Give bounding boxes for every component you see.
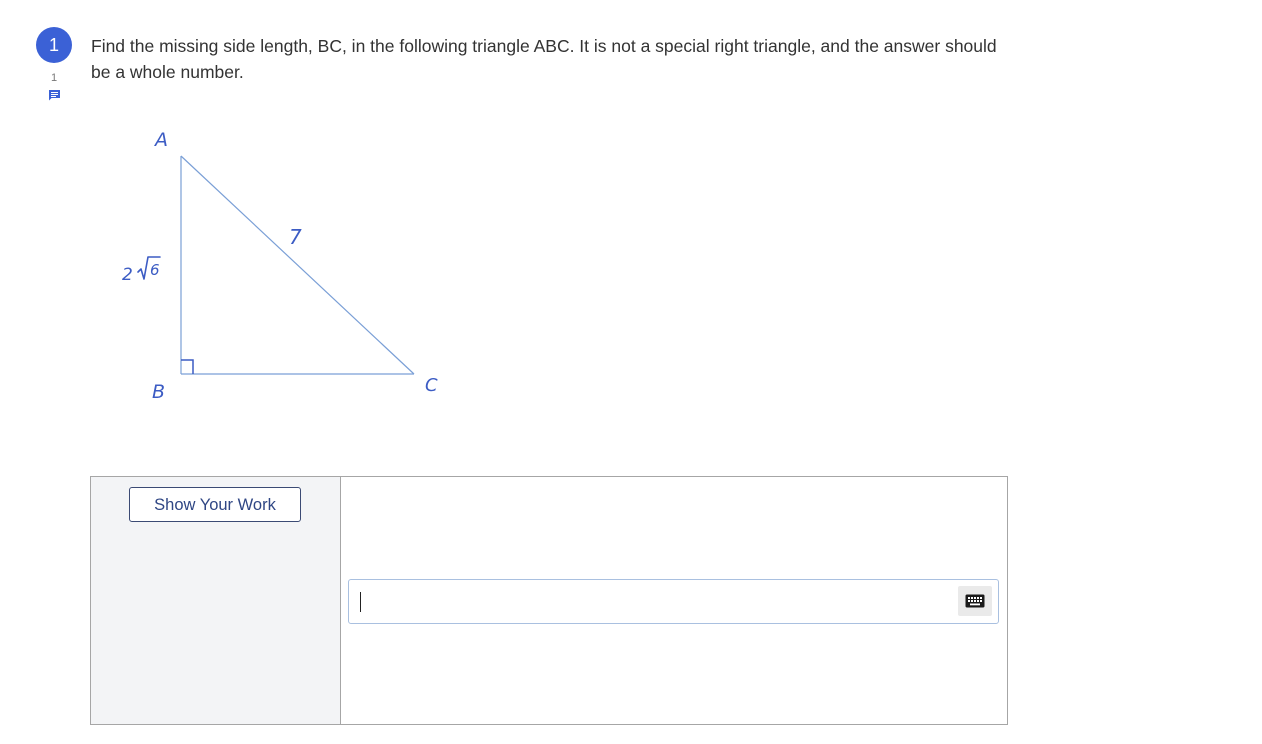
leg-ab-coefficient: 2 — [122, 265, 133, 285]
keyboard-icon — [965, 594, 985, 608]
comment-count: 1 — [50, 72, 58, 84]
vertex-label-c: C — [425, 375, 438, 396]
text-caret — [360, 592, 361, 612]
comment-icon[interactable] — [48, 89, 61, 102]
math-keyboard-button[interactable] — [958, 586, 992, 616]
hypotenuse-label: 7 — [289, 225, 302, 249]
vertex-label-b: B — [152, 381, 165, 403]
question-number-badge[interactable]: 1 — [36, 27, 72, 63]
vertex-label-a: A — [153, 129, 168, 151]
triangle-figure: A B C 7 2 6 — [122, 129, 438, 403]
right-angle-mark — [181, 359, 194, 374]
leg-ab-radicand: 6 — [150, 261, 160, 279]
response-panel: Show Your Work — [90, 476, 1008, 725]
answer-input[interactable] — [348, 579, 999, 624]
side-ac — [180, 155, 415, 375]
question-page: 1 1 Find the missing side length, BC, in… — [0, 0, 1262, 744]
show-work-sidebar: Show Your Work — [91, 477, 341, 724]
show-your-work-button[interactable]: Show Your Work — [129, 487, 301, 522]
question-prompt: Find the missing side length, BC, in the… — [91, 36, 997, 82]
